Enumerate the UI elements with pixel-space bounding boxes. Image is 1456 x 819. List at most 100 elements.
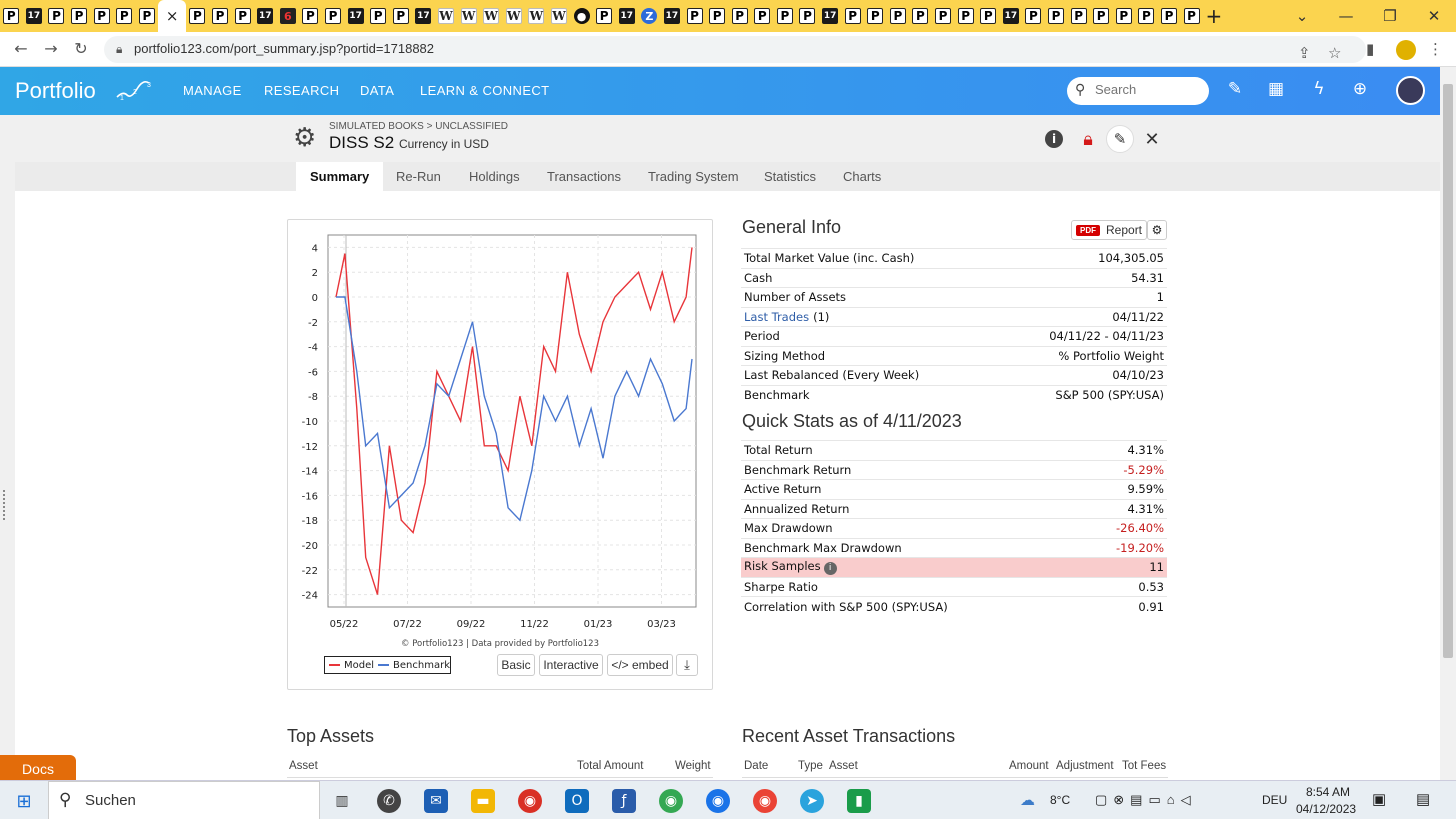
tab-statistics[interactable]: Statistics	[764, 162, 816, 191]
col-type[interactable]: Type	[798, 760, 823, 772]
browser-tab[interactable]: 6	[277, 0, 300, 32]
chart-download-icon[interactable]: ⤓	[676, 654, 698, 676]
temperature[interactable]: 8°C	[1050, 793, 1070, 807]
browser-tab[interactable]: W	[435, 0, 458, 32]
pin-icon[interactable]: ✎	[1223, 79, 1247, 99]
browser-tab[interactable]: Z	[638, 0, 661, 32]
browser-tab[interactable]: P	[1113, 0, 1136, 32]
active-tab-close-icon[interactable]: ×	[158, 0, 187, 32]
clock-date[interactable]: 04/12/2023	[1296, 802, 1356, 816]
tab-summary[interactable]: Summary	[296, 162, 384, 191]
browser-tab[interactable]: 17	[819, 0, 842, 32]
search-input[interactable]	[1095, 82, 1199, 97]
col-amount[interactable]: Amount	[1009, 760, 1049, 772]
back-icon[interactable]: ←	[10, 39, 32, 58]
apps-grid-icon[interactable]: ▦	[1264, 79, 1288, 99]
col-asset[interactable]: Asset	[289, 760, 318, 772]
calendar-app-icon[interactable]: ✉	[424, 789, 448, 813]
browser-tab[interactable]: P	[390, 0, 413, 32]
language-indicator[interactable]: DEU	[1262, 793, 1287, 807]
browser-tab[interactable]: 17	[412, 0, 435, 32]
chrome-profile3-icon[interactable]: ◉	[753, 789, 777, 813]
browser-tab[interactable]: P	[593, 0, 616, 32]
browser-tab[interactable]: P	[774, 0, 797, 32]
browser-tab[interactable]: ●	[570, 0, 593, 32]
col-asset[interactable]: Asset	[829, 760, 858, 772]
windows-start-icon[interactable]: ⊞	[12, 789, 36, 813]
nav-manage[interactable]: MANAGE	[183, 83, 242, 98]
browser-tab[interactable]: P	[796, 0, 819, 32]
browser-tab[interactable]: W	[548, 0, 571, 32]
browser-tab[interactable]: P	[1067, 0, 1090, 32]
browser-tab[interactable]: P	[1180, 0, 1203, 32]
app-search[interactable]: ⚲	[1067, 77, 1209, 105]
breadcrumb[interactable]: SIMULATED BOOKS > UNCLASSIFIED	[329, 121, 508, 132]
browser-tab[interactable]: P	[90, 0, 113, 32]
telegram-icon[interactable]: ➤	[800, 789, 824, 813]
browser-profile-avatar[interactable]	[1396, 40, 1416, 60]
info-icon[interactable]: i	[823, 562, 837, 576]
browser-tab[interactable]: P	[299, 0, 322, 32]
browser-tab[interactable]: P	[1158, 0, 1181, 32]
task-view-icon[interactable]: ▥	[330, 789, 354, 813]
browser-tab[interactable]: P	[0, 0, 23, 32]
trading-app-icon[interactable]: ▮	[847, 789, 871, 813]
browser-tab[interactable]: P	[864, 0, 887, 32]
taskbar-search[interactable]: ⚲ Suchen	[48, 781, 320, 819]
stat-value[interactable]: 04/11/22	[996, 306, 1167, 327]
lock-portfolio-icon[interactable]: 🔒︎	[1077, 128, 1099, 150]
pdf-report-button[interactable]: PDF Report	[1071, 220, 1147, 240]
side-panel-icon[interactable]: ▮	[1366, 40, 1374, 58]
close-portfolio-icon[interactable]: ✕	[1141, 128, 1163, 150]
lightning-icon[interactable]: ϟ	[1307, 79, 1331, 99]
browser-tab[interactable]: P	[45, 0, 68, 32]
browser-tab[interactable]: W	[480, 0, 503, 32]
browser-tab[interactable]: W	[525, 0, 548, 32]
browser-tab[interactable]: P	[728, 0, 751, 32]
browser-tab[interactable]: P	[977, 0, 1000, 32]
maximize-icon[interactable]: ❐	[1368, 0, 1412, 32]
stat-label[interactable]: Last Trades	[744, 310, 809, 324]
chrome-profile-icon[interactable]: ◉	[659, 789, 683, 813]
reload-icon[interactable]: ↻	[70, 39, 92, 58]
pin-portfolio-icon[interactable]: ✎	[1106, 125, 1134, 153]
browser-tab[interactable]: 17	[1000, 0, 1023, 32]
browser-tab[interactable]: P	[954, 0, 977, 32]
docs-button[interactable]: Docs	[0, 755, 76, 782]
chart-legend[interactable]: Model Benchmark	[324, 656, 451, 674]
user-avatar[interactable]	[1396, 76, 1425, 105]
col-adjustment[interactable]: Adjustment	[1056, 760, 1114, 772]
browser-tab[interactable]: W	[457, 0, 480, 32]
nav-research[interactable]: RESEARCH	[264, 83, 339, 98]
browser-tab[interactable]: P	[1022, 0, 1045, 32]
url-text[interactable]: portfolio123.com/port_summary.jsp?portid…	[134, 41, 434, 56]
share-icon[interactable]: ⇪	[1298, 44, 1311, 62]
chart-embed-button[interactable]: </> embed	[607, 654, 673, 676]
close-window-icon[interactable]: ✕	[1412, 0, 1456, 32]
performance-chart[interactable]: 4 2 0 -2 -4 -6 -8 -10 -12 -14 -16 -18 -20 -22 -24 05/22…	[288, 220, 712, 650]
action-center-icon[interactable]: ▤	[1416, 790, 1430, 808]
browser-tab[interactable]: P	[887, 0, 910, 32]
col-tot-fees[interactable]: Tot Fees	[1122, 760, 1166, 772]
browser-tab[interactable]: P	[186, 0, 209, 32]
system-tray-icons[interactable]: ▢⊗▤▭⌂◁	[1095, 792, 1197, 808]
whatsapp-icon[interactable]: ✆	[377, 789, 401, 813]
tab-holdings[interactable]: Holdings	[469, 162, 520, 191]
nav-learn-connect[interactable]: LEARN & CONNECT	[420, 83, 550, 98]
side-drag-handle[interactable]	[3, 490, 9, 520]
browser-tab[interactable]: P	[136, 0, 159, 32]
chart-interactive-button[interactable]: Interactive	[539, 654, 603, 676]
browser-tab[interactable]: 17	[661, 0, 684, 32]
chrome-icon[interactable]: ◉	[518, 789, 542, 813]
browser-tab[interactable]: P	[322, 0, 345, 32]
browser-tab[interactable]: 17	[23, 0, 46, 32]
browser-tab[interactable]: P	[1090, 0, 1113, 32]
browser-tab[interactable]: P	[1135, 0, 1158, 32]
browser-tab[interactable]: P	[841, 0, 864, 32]
chart-basic-button[interactable]: Basic	[497, 654, 535, 676]
tab-search-icon[interactable]: ⌄	[1280, 0, 1324, 32]
browser-tab[interactable]: P	[68, 0, 91, 32]
new-tab-icon[interactable]: +	[1203, 0, 1225, 32]
url-bar[interactable]: 🔒︎ portfolio123.com/port_summary.jsp?por…	[104, 36, 1366, 63]
tab-transactions[interactable]: Transactions	[547, 162, 621, 191]
